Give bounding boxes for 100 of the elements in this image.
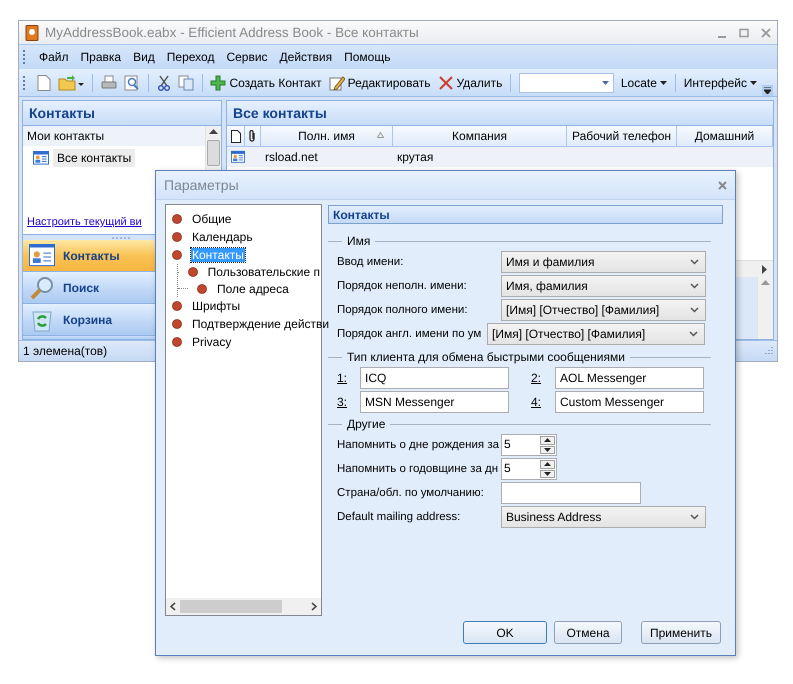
copy-button[interactable]	[176, 72, 196, 92]
column-header[interactable]: Домашний	[677, 126, 773, 146]
up-arrow-icon	[544, 438, 551, 442]
toolbar-button[interactable]: Создать Контакт	[208, 72, 324, 92]
bullet-icon	[172, 337, 182, 347]
toolbar-menu-button[interactable]: Locate	[618, 74, 669, 92]
document-icon	[230, 130, 240, 142]
toolbar-button[interactable]: Удалить	[436, 72, 504, 92]
field-label: Порядок неполн. имени:	[337, 280, 468, 292]
spin-down-button[interactable]	[540, 446, 555, 454]
contact-card-icon	[29, 244, 55, 267]
field-label: Порядок полного имени:	[337, 304, 469, 316]
field-label: 3:	[337, 395, 348, 409]
bullet-icon	[172, 250, 182, 260]
bullet-icon	[172, 232, 182, 242]
chevron-down-icon	[690, 307, 699, 313]
dialog-button[interactable]: Применить	[640, 621, 721, 644]
chevron-icon	[764, 87, 772, 94]
close-icon	[761, 28, 771, 38]
input-field[interactable]: ICQ	[360, 367, 509, 389]
menu-item[interactable]: Действия	[274, 48, 338, 66]
tree-item[interactable]: Общие	[191, 212, 232, 226]
scrollbar[interactable]	[757, 277, 773, 339]
contact-card-icon	[33, 151, 49, 165]
right-arrow-icon	[762, 264, 767, 274]
field-label: Страна/обл. по умолчанию:	[337, 487, 485, 499]
dialog-title: Параметры	[164, 177, 239, 193]
page-title: Контакты	[328, 205, 723, 224]
group-title: Другие	[347, 417, 386, 431]
menu-item[interactable]: Правка	[76, 48, 126, 66]
magnifier-icon	[29, 274, 55, 300]
menu-item[interactable]: Сервис	[221, 48, 273, 66]
field-label: Default mailing address:	[337, 511, 462, 523]
toolbar-menu-button[interactable]: Интерфейс	[682, 74, 760, 92]
field-label: 2:	[531, 371, 542, 385]
plus-icon	[210, 74, 226, 90]
minimize-icon	[717, 36, 727, 38]
pane-title: Все контакты	[227, 101, 773, 126]
up-arrow-icon	[209, 129, 218, 134]
customize-view-link[interactable]: Настроить текущий ви	[27, 216, 142, 228]
new-document-button[interactable]	[34, 72, 53, 92]
menu-item[interactable]: Файл	[34, 48, 74, 66]
field-label: Ввод имени:	[337, 256, 404, 268]
column-header[interactable]: Компания	[393, 126, 567, 146]
chevron-down-icon	[689, 331, 698, 337]
input-field[interactable]	[501, 482, 641, 504]
group-title: Тип клиента для обмена быстрыми сообщениями	[347, 350, 625, 364]
field-label: 1:	[337, 371, 348, 385]
spin-down-button[interactable]	[540, 470, 555, 478]
resize-grip-icon	[763, 346, 773, 356]
caret-icon	[544, 472, 551, 476]
caret-icon	[544, 448, 551, 452]
spin-field[interactable]: 5	[501, 458, 557, 480]
field-label: Напомнить о дне рождения за	[337, 439, 500, 451]
input-field[interactable]: AOL Messenger	[555, 367, 704, 389]
pencil-icon	[328, 74, 345, 90]
address-book-icon	[25, 24, 39, 40]
spin-field[interactable]: 5	[501, 434, 557, 456]
menu-item[interactable]: Помощь	[339, 48, 396, 66]
bullet-icon	[172, 319, 182, 329]
menu-item[interactable]: Переход	[162, 48, 220, 66]
field-label: Порядок англ. имени по ум	[337, 328, 482, 340]
caret-icon	[750, 80, 758, 84]
column-header[interactable]: Рабочий телефон	[567, 126, 677, 146]
scrollbar[interactable]	[166, 598, 321, 615]
menu-item[interactable]: Вид	[128, 48, 160, 66]
table-cell-text: rsload.net	[264, 149, 319, 166]
spin-up-button[interactable]	[540, 460, 555, 468]
dropdown[interactable]: Имя и фамилия	[501, 251, 706, 273]
sort-icon	[377, 132, 384, 138]
spin-up-button[interactable]	[540, 436, 555, 444]
caret-icon	[602, 80, 609, 84]
bullet-icon	[188, 267, 198, 278]
scissors-icon	[156, 74, 171, 90]
group-title: Имя	[347, 234, 370, 248]
paperclip-icon	[249, 130, 256, 142]
column-header[interactable]: Полн. имя	[261, 126, 393, 146]
folder-icon	[58, 74, 84, 90]
folder-item[interactable]: Все контакты	[53, 149, 136, 167]
toolbar-button[interactable]: Редактировать	[326, 72, 432, 92]
open-folder-button[interactable]	[56, 72, 86, 92]
dropdown[interactable]: [Имя] [Отчество] [Фамилия]	[501, 299, 706, 321]
printer-icon	[100, 74, 117, 90]
dialog-button[interactable]: Отмена	[554, 621, 622, 644]
tree-item[interactable]: Privacy	[191, 335, 232, 349]
toolbar-overflow-button[interactable]	[762, 85, 774, 96]
status-text: 1 элемена(тов)	[23, 344, 108, 358]
bullet-icon	[172, 301, 182, 311]
input-field[interactable]: Custom Messenger	[555, 391, 704, 413]
pane-title: Контакты	[23, 101, 221, 126]
dropdown[interactable]: Business Address	[501, 506, 706, 528]
field-label: Напомнить о годовщине за дн	[337, 463, 500, 475]
input-field[interactable]: MSN Messenger	[360, 391, 509, 413]
caret-icon	[660, 80, 667, 84]
dropdown[interactable]: [Имя] [Отчество] [Фамилия]	[487, 323, 705, 345]
bullet-icon	[197, 284, 207, 294]
dialog-button[interactable]: OK	[462, 621, 547, 644]
window-title: MyAddressBook.eabx - Efficient Address Book - Все контакты	[45, 25, 419, 40]
dropdown[interactable]: Имя, фамилия	[501, 275, 706, 297]
section-label: Мои контакты	[23, 126, 205, 146]
